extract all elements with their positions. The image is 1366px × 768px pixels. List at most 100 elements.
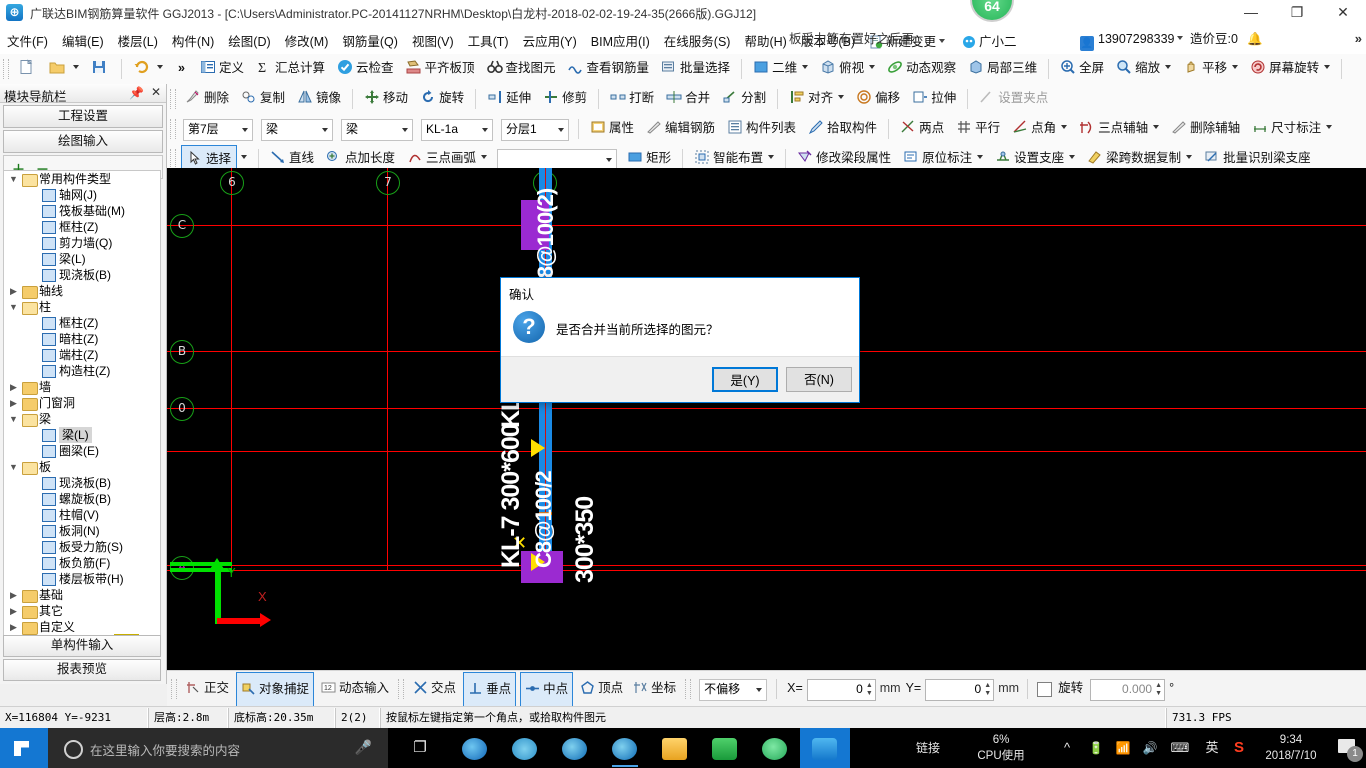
axis-bubble-B[interactable]: B (170, 340, 194, 364)
chevron-down-icon[interactable] (481, 155, 488, 159)
chevron-down-icon[interactable] (768, 155, 775, 159)
type-select[interactable]: 梁 (341, 119, 413, 141)
undo-button[interactable] (127, 54, 169, 82)
pin-icon[interactable]: 📌 (129, 86, 144, 100)
tree-item[interactable]: ▶ 墙 (4, 379, 160, 395)
break-button[interactable]: 打断 (604, 84, 660, 112)
toolbar-left-overflow[interactable]: » (169, 54, 194, 82)
toolbar-grip[interactable] (170, 119, 176, 139)
cpu-usage-indicator[interactable]: 6% CPU使用 (962, 732, 1040, 764)
tree-item[interactable]: ▼ 常用构件类型 (4, 171, 160, 187)
y-input[interactable]: 0 ▲ ▼ (925, 679, 995, 701)
wifi-icon[interactable]: 📶 (1110, 728, 1136, 768)
pan-button[interactable]: 平移 (1177, 54, 1244, 82)
taskbar-app-ggj[interactable] (800, 728, 850, 768)
dimension-button[interactable]: 尺寸标注 (1246, 114, 1338, 142)
screen-rotate-button[interactable]: 屏幕旋转 (1244, 54, 1336, 82)
move-button[interactable]: 移动 (358, 84, 414, 112)
component-list-button[interactable]: 构件列表 (721, 114, 802, 142)
battery-icon[interactable]: 🔋 (1084, 728, 1108, 768)
taskbar-app-spiral[interactable] (500, 728, 550, 768)
account-area[interactable]: 👤 13907298339 造价豆:0 🔔 (1080, 25, 1263, 54)
microphone-icon[interactable]: 🎤 (355, 739, 372, 756)
tree-item[interactable]: ▶ 轴线 (4, 283, 160, 299)
dialog-no-button[interactable]: 否(N) (786, 367, 852, 392)
notice-ticker[interactable]: 板受力筋布置好之后再.. (760, 25, 950, 54)
clock[interactable]: 9:34 2018/7/10 (1256, 732, 1326, 764)
single-component-input-button[interactable]: 单构件输入 (3, 635, 161, 657)
axis-bubble-C[interactable]: C (170, 214, 194, 238)
tree-item[interactable]: ▶ 其它 (4, 603, 160, 619)
menu-item-rebar[interactable]: 钢筋量(Q) (335, 25, 405, 56)
chevron-down-icon[interactable] (241, 155, 248, 159)
tree-item[interactable]: 柱帽(V) (4, 507, 160, 523)
taskbar-app-green-g[interactable] (700, 728, 750, 768)
maximize-button[interactable]: ❐ (1274, 0, 1320, 25)
ortho-toggle[interactable]: 正交 (181, 671, 234, 706)
chevron-down-icon[interactable] (606, 158, 613, 162)
close-icon[interactable]: ✕ (151, 85, 161, 99)
menu-item-file[interactable]: 文件(F) (0, 25, 55, 56)
save-button[interactable] (85, 54, 116, 82)
expander-expanded-icon[interactable]: ▼ (8, 171, 19, 187)
expander-collapsed-icon[interactable]: ▶ (8, 379, 19, 395)
stretch-button[interactable]: 拉伸 (906, 84, 962, 112)
two-d-button[interactable]: 二维 (747, 54, 814, 82)
spinner-up-icon[interactable]: ▲ (984, 682, 991, 689)
menu-item-online-service[interactable]: 在线服务(S) (657, 25, 738, 56)
rotate-button[interactable]: 旋转 (414, 84, 470, 112)
tree-item[interactable]: 框柱(Z) (4, 315, 160, 331)
tree-item[interactable]: 框柱(Z) (4, 219, 160, 235)
expander-collapsed-icon[interactable]: ▶ (8, 603, 19, 619)
chevron-down-icon[interactable] (1153, 125, 1160, 129)
drawing-input-button[interactable]: 绘图输入 (3, 130, 163, 153)
axis-bubble-7[interactable]: 7 (376, 171, 400, 195)
tray-chevron-icon[interactable]: ^ (1056, 728, 1078, 768)
task-view-icon[interactable]: ❐ (398, 728, 442, 768)
three-point-axis-button[interactable]: 三点辅轴 (1073, 114, 1165, 142)
chevron-down-icon[interactable] (838, 95, 845, 99)
confirm-dialog[interactable]: 确认 ? 是否合并当前所选择的图元？ 是(Y) 否(N) (500, 277, 860, 403)
menu-item-tools[interactable]: 工具(T) (461, 25, 516, 56)
spinner-down-icon[interactable]: ▼ (866, 690, 873, 697)
rotate-checkbox[interactable] (1037, 682, 1053, 697)
tree-item[interactable]: 板洞(N) (4, 523, 160, 539)
expander-collapsed-icon[interactable]: ▶ (8, 395, 19, 411)
rotate-input[interactable]: 0.000 ▲ ▼ (1090, 679, 1166, 701)
spinner-down-icon[interactable]: ▼ (1155, 690, 1162, 697)
taskbar-search[interactable]: 在这里输入你要搜索的内容 🎤 (48, 728, 388, 768)
tree-item[interactable]: 梁(L) (4, 251, 160, 267)
delete-axis-button[interactable]: 删除辅轴 (1165, 114, 1246, 142)
menu-item-component[interactable]: 构件(N) (165, 25, 221, 56)
tray-link-text[interactable]: 链接 (898, 728, 958, 768)
align-button[interactable]: 对齐 (783, 84, 850, 112)
menu-item-cloud[interactable]: 云应用(Y) (516, 25, 584, 56)
expander-expanded-icon[interactable]: ▼ (8, 299, 19, 315)
member-select[interactable]: KL-1a (421, 119, 493, 141)
expander-collapsed-icon[interactable]: ▶ (8, 283, 19, 299)
delete-button[interactable]: 删除 (179, 84, 235, 112)
fullscreen-button[interactable]: 全屏 (1054, 54, 1110, 82)
top-view-button[interactable]: 俯视 (814, 54, 881, 82)
intersection-snap[interactable]: 交点 (408, 671, 461, 706)
chevron-down-icon[interactable] (1232, 65, 1239, 69)
taskbar-app-explorer[interactable] (650, 728, 700, 768)
chevron-down-icon[interactable] (802, 65, 809, 69)
zoom-button[interactable]: 缩放 (1110, 54, 1177, 82)
batch-select-button[interactable]: 批量选择 (655, 54, 736, 82)
new-file-button[interactable] (12, 54, 43, 82)
edit-rebar-button[interactable]: 编辑钢筋 (640, 114, 721, 142)
tree-item[interactable]: 轴网(J) (4, 187, 160, 203)
midpoint-snap[interactable]: 中点 (520, 672, 574, 707)
tree-item[interactable]: 梁(L) (4, 427, 160, 443)
tree-item[interactable]: 筏板基础(M) (4, 203, 160, 219)
menu-item-edit[interactable]: 编辑(E) (55, 25, 111, 56)
floor-select[interactable]: 第7层 (183, 119, 253, 141)
spinner-up-icon[interactable]: ▲ (1155, 682, 1162, 689)
dialog-yes-button[interactable]: 是(Y) (712, 367, 778, 392)
chevron-down-icon[interactable] (1069, 155, 1076, 159)
taskbar-app-edge-2[interactable] (600, 728, 650, 768)
chevron-down-icon[interactable] (1186, 155, 1193, 159)
assistant-button[interactable]: 广小二 (955, 25, 1024, 56)
taskbar-app-globe[interactable] (750, 728, 800, 768)
